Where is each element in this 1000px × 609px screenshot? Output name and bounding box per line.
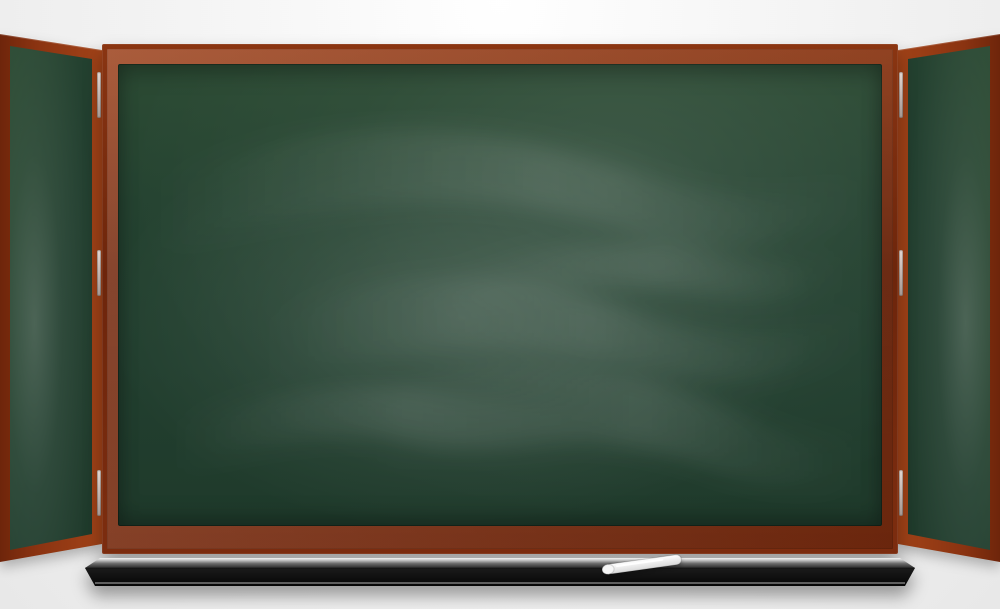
left-hinge-middle (97, 250, 101, 296)
chalk-tray (80, 552, 920, 590)
right-hinge-bottom (899, 470, 903, 516)
left-hinge-bottom (97, 470, 101, 516)
smudge-1 (158, 130, 858, 254)
left-wing-panel (0, 24, 102, 562)
main-chalkboard-surface (118, 64, 882, 526)
left-wing-smudge (10, 46, 92, 550)
main-chalkboard-frame (102, 44, 898, 554)
right-hinge-top (899, 72, 903, 118)
left-wing-svg (0, 33, 102, 562)
left-hinge-top (97, 72, 101, 118)
tray-top-lip (85, 558, 915, 568)
right-hinge-middle (899, 250, 903, 296)
scene (0, 0, 1000, 609)
chalk-tray-svg (85, 558, 915, 586)
right-wing-panel (898, 24, 1000, 562)
right-wing-smudge (908, 46, 990, 550)
right-wing-svg (898, 33, 1000, 562)
chalk-smudges (158, 130, 858, 488)
